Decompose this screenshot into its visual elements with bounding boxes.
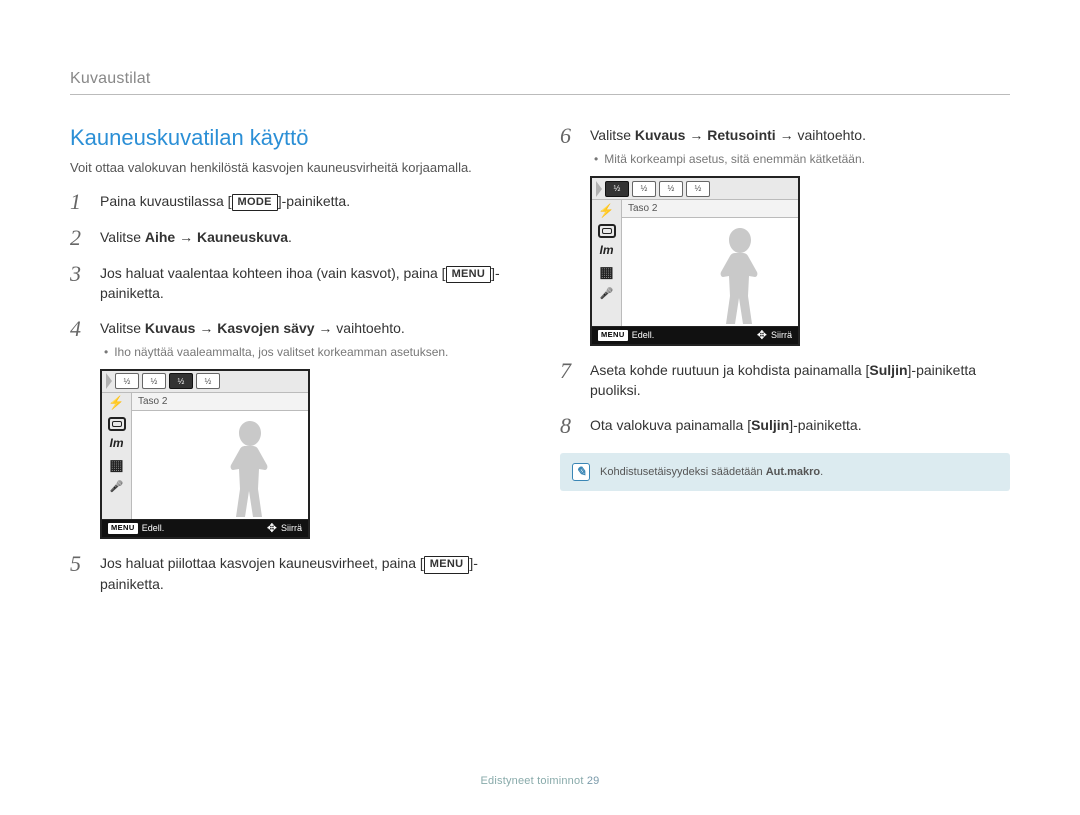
page-footer: Edistyneet toiminnot 29	[0, 775, 1080, 787]
step-text: → vaihtoehto.	[776, 127, 866, 143]
level-chip: ½	[196, 373, 220, 389]
intro-text: Voit ottaa valokuvan henkilöstä kasvojen…	[70, 159, 520, 177]
level-chip-selected: ½	[169, 373, 193, 389]
note-text: Kohdistusetäisyydeksi säädetään Aut.makr…	[600, 466, 823, 478]
step-7: 7 Aseta kohde ruutuun ja kohdista painam…	[560, 360, 1010, 401]
note-icon: ✎	[572, 463, 590, 481]
step-5: 5 Jos haluat piilottaa kasvojen kauneusv…	[70, 553, 520, 594]
move-label: Siirrä	[281, 522, 302, 535]
step-8: 8 Ota valokuva painamalla [Suljin]-paini…	[560, 415, 1010, 437]
arrow: →	[195, 320, 217, 336]
page-title: Kauneuskuvatilan käyttö	[70, 125, 520, 151]
step-number: 1	[70, 191, 90, 213]
im-icon: Im	[596, 242, 618, 260]
person-silhouette-icon	[700, 218, 780, 326]
footer-section: Edistyneet toiminnot	[481, 775, 584, 787]
voice-off-icon	[106, 479, 128, 497]
step-number: 6	[560, 125, 580, 147]
step-1: 1 Paina kuvaustilassa [MODE]-painiketta.	[70, 191, 520, 213]
step-text: Valitse	[100, 320, 145, 336]
menu-path-part: Retusointi	[707, 127, 775, 143]
flash-icon	[596, 202, 618, 220]
lcd-topbar: ½ ½ ½ ½	[592, 178, 798, 200]
menu-path-part: Aihe	[145, 229, 175, 245]
lcd-sidebar: Im	[102, 393, 132, 519]
camera-screen: ½ ½ ½ ½ Im	[100, 369, 310, 539]
corner-wedge-icon	[596, 181, 602, 197]
lcd-sidebar: Im	[592, 200, 622, 326]
corner-wedge-icon	[106, 373, 112, 389]
selected-level-label: Taso 2	[132, 393, 308, 411]
lcd-bottombar: MENU Edell. Siirrä	[592, 326, 798, 344]
menu-path-part: Kuvaus	[635, 127, 686, 143]
shutter-label: Suljin	[869, 362, 907, 378]
step-subtext: Iho näyttää vaaleammalta, jos valitset k…	[100, 344, 520, 361]
step-number: 7	[560, 360, 580, 382]
lcd-viewfinder: Taso 2	[622, 200, 798, 326]
level-chip: ½	[142, 373, 166, 389]
back-label: Edell.	[142, 522, 165, 535]
breadcrumb: Kuvaustilat	[70, 70, 1010, 95]
focus-icon	[598, 224, 616, 238]
step-text: Valitse	[100, 229, 145, 245]
step-text: ]-painiketta.	[789, 417, 861, 433]
lcd-bottombar: MENU Edell. Siirrä	[102, 519, 308, 537]
im-icon: Im	[106, 435, 128, 453]
mode-key: MODE	[232, 194, 278, 212]
step-text: Paina kuvaustilassa [	[100, 193, 232, 209]
menu-pill-icon: MENU	[108, 523, 138, 534]
person-silhouette-icon	[210, 411, 290, 519]
lcd-topbar: ½ ½ ½ ½	[102, 371, 308, 393]
camera-screen: ½ ½ ½ ½ Im	[590, 176, 800, 346]
step-6: 6 Valitse Kuvaus → Retusointi → vaihtoeh…	[560, 125, 1010, 346]
step-4: 4 Valitse Kuvaus → Kasvojen sävy → vaiht…	[70, 318, 520, 539]
page-number: 29	[587, 775, 600, 787]
step-text: Valitse	[590, 127, 635, 143]
level-chip: ½	[632, 181, 656, 197]
menu-path-part: Kauneuskuva	[197, 229, 288, 245]
left-column: Kauneuskuvatilan käyttö Voit ottaa valok…	[70, 125, 520, 608]
move-label: Siirrä	[771, 329, 792, 342]
menu-pill-icon: MENU	[598, 330, 628, 341]
step-subtext: Mitä korkeampi asetus, sitä enemmän kätk…	[590, 151, 1010, 168]
nav-cross-icon	[757, 327, 767, 344]
right-column: 6 Valitse Kuvaus → Retusointi → vaihtoeh…	[560, 125, 1010, 608]
step-text: ]-painiketta.	[278, 193, 350, 209]
step-number: 4	[70, 318, 90, 340]
menu-key: MENU	[424, 556, 470, 574]
menu-path-part: Kasvojen sävy	[217, 320, 314, 336]
nav-cross-icon	[267, 520, 277, 537]
arrow: →	[685, 127, 707, 143]
grid-icon	[596, 264, 618, 282]
focus-icon	[108, 417, 126, 431]
info-note: ✎ Kohdistusetäisyydeksi säädetään Aut.ma…	[560, 453, 1010, 491]
flash-icon	[106, 395, 128, 413]
step-2: 2 Valitse Aihe → Kauneuskuva.	[70, 227, 520, 249]
step-text: Jos haluat vaalentaa kohteen ihoa (vain …	[100, 265, 446, 281]
voice-off-icon	[596, 286, 618, 304]
menu-path-part: Kuvaus	[145, 320, 196, 336]
step-text: Aseta kohde ruutuun ja kohdista painamal…	[590, 362, 869, 378]
step-text: .	[288, 229, 292, 245]
menu-key: MENU	[446, 266, 492, 284]
level-chip: ½	[686, 181, 710, 197]
grid-icon	[106, 457, 128, 475]
shutter-label: Suljin	[751, 417, 789, 433]
level-chip: ½	[659, 181, 683, 197]
step-number: 2	[70, 227, 90, 249]
lcd-viewfinder: Taso 2	[132, 393, 308, 519]
level-chip-selected: ½	[605, 181, 629, 197]
step-3: 3 Jos haluat vaalentaa kohteen ihoa (vai…	[70, 263, 520, 304]
back-label: Edell.	[632, 329, 655, 342]
step-text: Jos haluat piilottaa kasvojen kauneusvir…	[100, 555, 424, 571]
step-text: Ota valokuva painamalla [	[590, 417, 751, 433]
step-number: 8	[560, 415, 580, 437]
step-number: 3	[70, 263, 90, 285]
step-text: → vaihtoehto.	[315, 320, 405, 336]
selected-level-label: Taso 2	[622, 200, 798, 218]
arrow: →	[175, 229, 197, 245]
level-chip: ½	[115, 373, 139, 389]
step-number: 5	[70, 553, 90, 575]
